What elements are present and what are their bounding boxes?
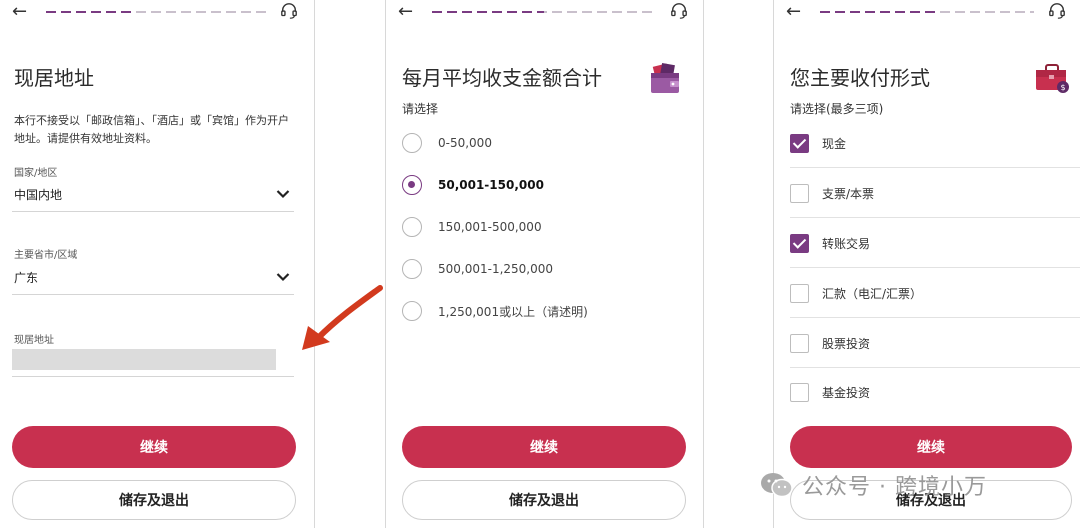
radio-button[interactable] <box>402 259 422 279</box>
headset-icon[interactable] <box>670 2 688 20</box>
option-transfer[interactable]: 转账交易 <box>790 218 1080 268</box>
province-label: 主要省市/区域 <box>14 250 78 261</box>
divider <box>703 0 704 528</box>
watermark-text: 公众号 · 跨境小万 <box>802 475 987 500</box>
option-cheque[interactable]: 支票/本票 <box>790 168 1080 218</box>
country-label: 国家/地区 <box>14 168 58 179</box>
option-cash[interactable]: 现金 <box>790 118 1080 168</box>
option-label: 1,250,001或以上（请述明) <box>438 304 588 319</box>
address-input[interactable] <box>12 349 276 370</box>
progress-bar <box>432 11 656 13</box>
top-bar: ← <box>774 0 1080 26</box>
address-label: 现居地址 <box>14 335 54 346</box>
back-arrow-icon[interactable]: ← <box>12 2 27 22</box>
divider <box>12 376 294 377</box>
option-label: 150,001-500,000 <box>438 220 542 234</box>
select-hint: 请选择(最多三项) <box>790 102 884 116</box>
page-title: 现居地址 <box>14 66 94 90</box>
continue-button[interactable]: 继续 <box>790 426 1072 468</box>
radio-button[interactable] <box>402 217 422 237</box>
top-bar: ← <box>386 0 702 26</box>
option-label: 现金 <box>822 136 847 151</box>
radio-button[interactable] <box>402 133 422 153</box>
checkbox[interactable] <box>790 183 809 203</box>
option-label: 支票/本票 <box>822 186 875 201</box>
progress-bar <box>820 11 1034 13</box>
checkbox-checked[interactable] <box>790 133 809 153</box>
checkbox[interactable] <box>790 283 809 303</box>
page-title: 您主要收付形式 <box>790 66 930 90</box>
svg-text:$: $ <box>1060 83 1065 92</box>
page-title: 每月平均收支金额合计 <box>402 66 602 90</box>
province-value: 广东 <box>14 271 39 285</box>
address-notice: 本行不接受以「邮政信箱」、「酒店」或「宾馆」作为开户地址。请提供有效地址资料。 <box>14 114 289 145</box>
option-stocks[interactable]: 股票投资 <box>790 318 1080 368</box>
progress-bar <box>46 11 266 13</box>
option-label: 基金投资 <box>822 385 871 400</box>
option-remittance[interactable]: 汇款（电汇/汇票） <box>790 268 1080 318</box>
address-screen: ← 现居地址 本行不接受以「邮政信箱」、「酒店」或「宾馆」作为开户地址。请提供有… <box>0 0 312 528</box>
continue-button[interactable]: 继续 <box>12 426 296 468</box>
divider <box>12 294 294 295</box>
country-value: 中国内地 <box>14 188 63 202</box>
back-arrow-icon[interactable]: ← <box>398 2 413 22</box>
top-bar: ← <box>0 0 312 26</box>
option-label: 汇款（电汇/汇票） <box>822 286 923 301</box>
save-exit-button[interactable]: 储存及退出 <box>12 480 296 520</box>
chevron-down-icon[interactable] <box>276 189 290 199</box>
chevron-down-icon[interactable] <box>276 272 290 282</box>
continue-button[interactable]: 继续 <box>402 426 686 468</box>
payment-method-screen: ← 您主要收付形式 $ 请选择(最多三项) 现金 支票/本票 转账交易 汇款（电 <box>774 0 1080 528</box>
income-screen: ← 每月平均收支金额合计 请选择 0-50,000 50,001-150,000… <box>386 0 702 528</box>
divider <box>12 211 294 212</box>
headset-icon[interactable] <box>1048 2 1066 20</box>
checkbox[interactable] <box>790 333 809 353</box>
select-hint: 请选择 <box>402 102 439 116</box>
radio-button[interactable] <box>402 301 422 321</box>
option-label: 500,001-1,250,000 <box>438 262 554 276</box>
watermark: 公众号 · 跨境小万 <box>760 468 987 502</box>
option-label: 转账交易 <box>822 236 871 251</box>
option-label: 50,001-150,000 <box>438 178 544 192</box>
option-0-50000[interactable]: 0-50,000 <box>402 131 492 155</box>
wallet-icon <box>651 63 679 93</box>
annotation-arrow-icon <box>302 285 383 350</box>
option-150001-500000[interactable]: 150,001-500,000 <box>402 215 542 239</box>
save-exit-button[interactable]: 储存及退出 <box>402 480 686 520</box>
option-500001-1250000[interactable]: 500,001-1,250,000 <box>402 257 553 281</box>
headset-icon[interactable] <box>280 2 298 20</box>
option-funds[interactable]: 基金投资 <box>790 367 1080 417</box>
checkbox-checked[interactable] <box>790 233 809 253</box>
briefcase-icon: $ <box>1036 64 1069 93</box>
option-label: 0-50,000 <box>438 136 492 150</box>
option-label: 股票投资 <box>822 336 871 351</box>
option-1250001-plus[interactable]: 1,250,001或以上（请述明) <box>402 299 588 323</box>
option-50001-150000[interactable]: 50,001-150,000 <box>402 173 544 197</box>
checkbox[interactable] <box>790 382 809 402</box>
divider <box>314 0 315 528</box>
back-arrow-icon[interactable]: ← <box>786 2 801 22</box>
radio-button-selected[interactable] <box>402 175 422 195</box>
wechat-logo-icon <box>761 473 793 498</box>
